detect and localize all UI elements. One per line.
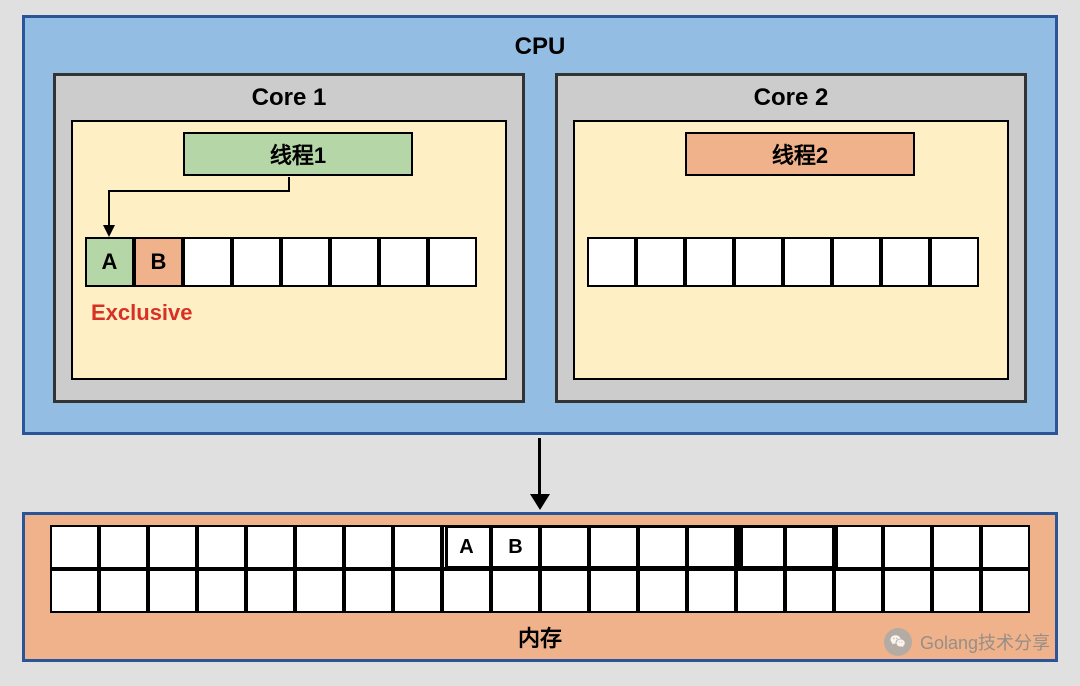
cpu-box: CPU Core 1 线程1 A B xyxy=(22,15,1058,435)
watermark: Golang技术分享 xyxy=(884,628,1050,656)
cache-cell xyxy=(232,237,281,287)
mesi-state-label: Exclusive xyxy=(91,300,193,326)
cache-cell-b: B xyxy=(134,237,183,287)
core-2-title: Core 2 xyxy=(573,84,1009,112)
mem-cell xyxy=(540,525,589,569)
mem-cell xyxy=(246,525,295,569)
cache-cell-a: A xyxy=(85,237,134,287)
core-2-inner: 线程2 xyxy=(573,120,1009,380)
thread-2-box: 线程2 xyxy=(685,132,915,176)
cache-cell xyxy=(685,237,734,287)
cache-cell xyxy=(734,237,783,287)
cores-row: Core 1 线程1 A B xyxy=(45,73,1035,403)
mem-cell-a: A xyxy=(442,525,491,569)
mem-cell xyxy=(295,525,344,569)
core-1-cache-line: A B xyxy=(85,237,477,287)
mem-cell xyxy=(981,569,1030,613)
cache-cell xyxy=(783,237,832,287)
mem-cell-b: B xyxy=(491,525,540,569)
core-1-title: Core 1 xyxy=(71,84,507,112)
mem-cell xyxy=(589,525,638,569)
core-2-cache-line xyxy=(587,237,979,287)
mem-cell xyxy=(638,525,687,569)
mem-cell xyxy=(148,569,197,613)
core-2: Core 2 线程2 xyxy=(555,73,1027,403)
mem-cell xyxy=(589,569,638,613)
mem-cell xyxy=(99,569,148,613)
thread-1-box: 线程1 xyxy=(183,132,413,176)
mem-cell xyxy=(932,525,981,569)
mem-cell xyxy=(99,525,148,569)
cache-cell xyxy=(379,237,428,287)
cpu-title: CPU xyxy=(45,33,1035,61)
mem-cell xyxy=(638,569,687,613)
core-1-inner: 线程1 A B Exclusive xyxy=(71,120,507,380)
mem-cell xyxy=(834,525,883,569)
cache-cell xyxy=(930,237,979,287)
arrow-thread-to-cache xyxy=(108,177,288,237)
mem-cell xyxy=(344,569,393,613)
mem-cell xyxy=(687,569,736,613)
arrow-cpu-to-memory xyxy=(538,438,541,496)
memory-grid: A B xyxy=(40,525,1040,613)
arrow-cpu-to-memory-head xyxy=(530,494,550,510)
cache-cell xyxy=(428,237,477,287)
cache-cell xyxy=(281,237,330,287)
mem-cell xyxy=(932,569,981,613)
cache-cell xyxy=(636,237,685,287)
mem-cell xyxy=(50,525,99,569)
mem-cell xyxy=(491,569,540,613)
mem-cell xyxy=(246,569,295,613)
memory-row-1: A B xyxy=(40,525,1040,569)
cache-cell xyxy=(587,237,636,287)
mem-cell xyxy=(834,569,883,613)
mem-cell xyxy=(736,525,785,569)
mem-cell xyxy=(883,569,932,613)
memory-row-2 xyxy=(40,569,1040,613)
mem-cell xyxy=(197,525,246,569)
mem-cell xyxy=(197,569,246,613)
cache-cell xyxy=(832,237,881,287)
mem-cell xyxy=(148,525,197,569)
cache-cell xyxy=(881,237,930,287)
mem-cell xyxy=(785,525,834,569)
mem-cell xyxy=(981,525,1030,569)
mem-cell xyxy=(393,569,442,613)
mem-cell xyxy=(50,569,99,613)
mem-cell xyxy=(295,569,344,613)
mem-cell xyxy=(344,525,393,569)
mem-cell xyxy=(736,569,785,613)
cache-cell xyxy=(330,237,379,287)
core-1: Core 1 线程1 A B xyxy=(53,73,525,403)
mem-cell xyxy=(540,569,589,613)
mem-cell xyxy=(785,569,834,613)
mem-cell xyxy=(687,525,736,569)
wechat-icon xyxy=(884,628,912,656)
mem-cell xyxy=(883,525,932,569)
mem-cell xyxy=(442,569,491,613)
cache-cell xyxy=(183,237,232,287)
watermark-text: Golang技术分享 xyxy=(920,629,1050,655)
mem-cell xyxy=(393,525,442,569)
